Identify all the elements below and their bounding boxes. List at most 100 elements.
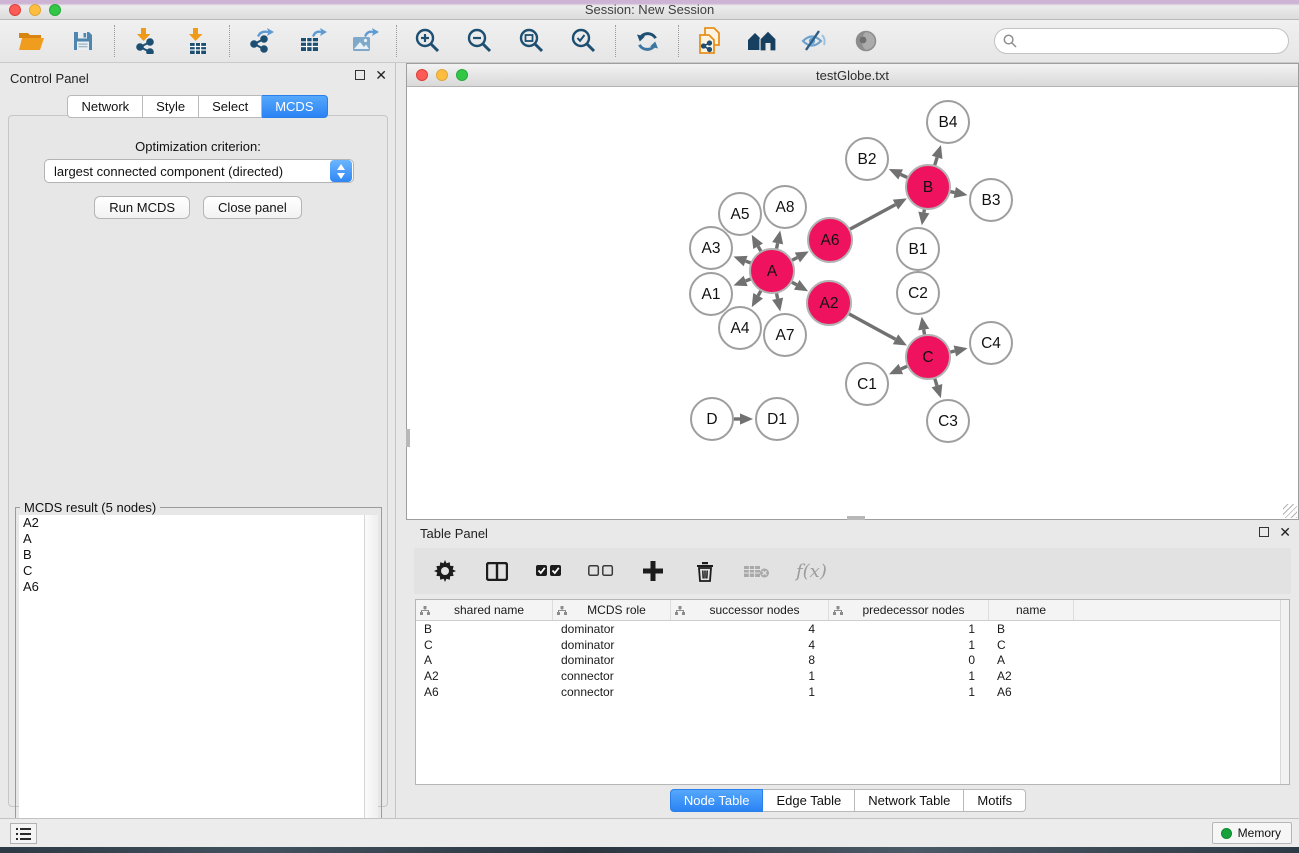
export-image-icon[interactable] <box>348 25 382 57</box>
graph-node-label: B <box>923 179 933 196</box>
duplicate-network-icon[interactable] <box>693 25 727 57</box>
graph-node-label: A4 <box>731 320 750 337</box>
list-item[interactable]: B <box>19 547 364 563</box>
graph-node-label: C1 <box>857 376 877 393</box>
table-header-row: shared nameMCDS rolesuccessor nodesprede… <box>416 600 1289 621</box>
edge-arrowhead <box>932 145 943 159</box>
tab-node-table[interactable]: Node Table <box>670 789 764 812</box>
show-column-icon[interactable] <box>484 556 510 586</box>
graph-node-label: A5 <box>731 206 750 223</box>
desktop-edge <box>0 847 1299 853</box>
graph-edge-C-C1[interactable] <box>901 366 908 369</box>
list-item[interactable]: A2 <box>19 515 364 531</box>
task-history-button[interactable] <box>10 823 37 844</box>
column-header-successor-nodes[interactable]: successor nodes <box>671 600 829 620</box>
create-column-icon[interactable] <box>640 556 666 586</box>
edge-arrowhead <box>733 256 747 266</box>
import-table-icon[interactable] <box>181 25 215 57</box>
search-input[interactable] <box>1022 31 1288 51</box>
list-icon <box>16 828 31 840</box>
criterion-dropdown[interactable]: largest connected component (directed) <box>44 159 354 183</box>
tab-motifs[interactable]: Motifs <box>964 789 1026 812</box>
run-mcds-button[interactable]: Run MCDS <box>94 196 190 219</box>
column-header-MCDS-role[interactable]: MCDS role <box>553 600 671 620</box>
list-item[interactable]: A <box>19 531 364 547</box>
list-item[interactable]: A6 <box>19 579 364 595</box>
table-settings-gear-icon[interactable] <box>432 556 458 586</box>
zoom-in-icon[interactable] <box>411 25 445 57</box>
close-panel-icon[interactable]: ✕ <box>375 70 387 80</box>
shared-column-icon <box>833 606 843 615</box>
dropdown-stepper-icon <box>330 160 352 182</box>
float-table-panel-icon[interactable] <box>1259 527 1269 537</box>
table-cell: A <box>416 653 553 667</box>
column-header-predecessor-nodes[interactable]: predecessor nodes <box>829 600 989 620</box>
list-item[interactable]: C <box>19 563 364 579</box>
tab-edge-table[interactable]: Edge Table <box>763 789 855 812</box>
float-panel-icon[interactable] <box>355 70 365 80</box>
select-all-icon[interactable] <box>536 556 562 586</box>
shared-column-icon <box>675 606 685 615</box>
table-row[interactable]: Bdominator41B <box>416 621 1289 637</box>
resize-grip-icon[interactable] <box>1283 504 1297 518</box>
memory-label: Memory <box>1238 826 1281 840</box>
export-table-icon[interactable] <box>296 25 330 57</box>
column-header-name[interactable]: name <box>989 600 1074 620</box>
deselect-all-icon[interactable] <box>588 556 614 586</box>
memory-button[interactable]: Memory <box>1212 822 1292 844</box>
table-row[interactable]: A2connector11A2 <box>416 668 1289 684</box>
close-panel-button[interactable]: Close panel <box>203 196 302 219</box>
delete-table-icon <box>744 556 770 586</box>
graph-node-label: D1 <box>767 411 787 428</box>
mcds-result-group: MCDS result (5 nodes) A2ABCA6 <box>15 507 382 853</box>
control-panel-tabs: NetworkStyleSelectMCDS <box>0 95 395 118</box>
refresh-icon[interactable] <box>630 25 664 57</box>
first-neighbors-icon[interactable] <box>745 25 779 57</box>
table-row[interactable]: Adominator80A <box>416 653 1289 669</box>
graph-edge-C-C3[interactable] <box>935 378 937 386</box>
table-row[interactable]: A6connector11A6 <box>416 684 1289 700</box>
column-header-shared-name[interactable]: shared name <box>416 600 553 620</box>
graph-node-label: A2 <box>820 295 839 312</box>
zoom-selected-icon[interactable] <box>567 25 601 57</box>
export-network-icon[interactable] <box>244 25 278 57</box>
graph-edge-B-B2[interactable] <box>901 174 908 177</box>
graph-node-label: B1 <box>909 241 928 258</box>
zoom-fit-icon[interactable] <box>515 25 549 57</box>
table-row[interactable]: Cdominator41C <box>416 637 1289 653</box>
mcds-result-scrollbar[interactable] <box>364 515 378 849</box>
network-vscroll-thumb[interactable] <box>406 429 410 447</box>
table-cell: connector <box>553 669 671 683</box>
graph-edge-A2-C[interactable] <box>848 314 895 340</box>
search-icon <box>1003 34 1017 48</box>
tab-style[interactable]: Style <box>143 95 199 118</box>
graph-node-label: A8 <box>776 199 795 216</box>
hide-selected-icon[interactable] <box>797 25 831 57</box>
show-all-icon[interactable] <box>849 25 883 57</box>
session-title: Session: New Session <box>0 2 1299 17</box>
import-network-icon[interactable] <box>129 25 163 57</box>
graph-node-label: A7 <box>776 327 795 344</box>
graph-node-label: C4 <box>981 335 1001 352</box>
delete-column-icon[interactable] <box>692 556 718 586</box>
open-session-icon[interactable] <box>14 25 48 57</box>
function-builder-icon: f(x) <box>796 561 827 582</box>
shared-column-icon <box>557 606 567 615</box>
table-scrollbar[interactable] <box>1280 600 1289 784</box>
zoom-out-icon[interactable] <box>463 25 497 57</box>
close-table-panel-icon[interactable]: ✕ <box>1279 527 1291 537</box>
network-canvas[interactable]: AA1A2A3A4A5A6A7A8BB1B2B3B4CC1C2C3C4DD1 <box>408 88 1297 518</box>
mcds-result-list[interactable]: A2ABCA6 <box>19 515 364 849</box>
graph-edge-A-A6[interactable] <box>791 257 797 260</box>
table-panel-title: Table Panel <box>420 526 488 541</box>
tab-network-table[interactable]: Network Table <box>855 789 964 812</box>
edge-arrowhead <box>932 384 943 398</box>
tab-select[interactable]: Select <box>199 95 262 118</box>
tab-mcds[interactable]: MCDS <box>262 95 327 118</box>
graph-edge-A6-B[interactable] <box>849 205 895 230</box>
tab-network[interactable]: Network <box>67 95 143 118</box>
save-session-icon[interactable] <box>66 25 100 57</box>
edge-arrowhead <box>740 413 753 424</box>
table-cell: 1 <box>829 638 989 652</box>
graph-edge-B-B4[interactable] <box>934 157 937 166</box>
